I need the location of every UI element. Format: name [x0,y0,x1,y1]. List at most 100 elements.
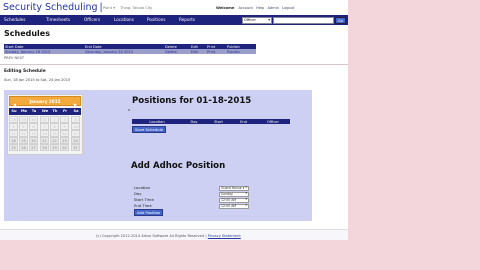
weekday-label: We [41,109,49,113]
day-label: Day [134,191,142,196]
calendar-day-cell[interactable]: 14 [40,130,49,137]
weekday-label: Fr [63,109,67,113]
location-select[interactable]: Guard House ▾ [219,185,249,191]
copyright-text: (c) Copyright 2012-2014 Arbor Software A… [96,234,207,238]
calendar-day-cell[interactable]: 16 [60,130,69,137]
account-link[interactable]: Account [238,6,253,10]
calendar-day-cell[interactable]: 29 [19,116,28,123]
publish-link[interactable]: Publish [226,49,256,54]
calendar-day-cell[interactable]: 17 [71,130,80,137]
calendar-day-cell[interactable]: 23 [60,137,69,144]
admin-link[interactable]: Admin [267,6,278,10]
nav-positions[interactable]: Positions [147,17,166,22]
page: Security Scheduling | Plant ▾ Thing: Tabu… [0,0,348,240]
col-day: Day [182,119,206,124]
table-row: Sunday, January 18 2015 Saturday, Januar… [4,49,256,54]
calendar-day-cell[interactable]: 21 [40,137,49,144]
add-position-button[interactable]: Add Position [134,209,164,216]
search-go-button[interactable]: Go [335,16,346,24]
calendar-day-cell[interactable]: 19 [19,137,28,144]
context-plant[interactable]: Plant ▾ [103,6,115,10]
divider [0,64,348,65]
calendar-month: January 2015 [29,99,61,104]
calendar-day-cell[interactable]: 3 [71,116,80,123]
nav-schedules[interactable]: Schedules [4,17,25,22]
weekday-label: Th [52,109,58,113]
calendar-day-cell[interactable]: 18 [9,137,18,144]
calendar-day-cell[interactable]: 7 [40,123,49,130]
nav-locations[interactable]: Locations [114,17,134,22]
weekday-label: Mo [20,109,28,113]
col-location: Location [132,119,182,124]
save-schedule-button[interactable]: Save Schedule [132,126,166,133]
col-start: Start [206,119,231,124]
calendar-header: ◀ January 2015 ▶ [9,96,81,107]
calendar-day-cell[interactable]: 9 [60,123,69,130]
schedules-table: Start Date End Date Delete Edit Print Pu… [4,44,256,54]
privacy-link[interactable]: Privacy Statement [208,234,241,238]
positions-title: Positions for 01-18-2015 [132,96,252,106]
calendar-day-cell[interactable]: 27 [29,144,38,151]
day-select[interactable]: Sunday [219,191,249,197]
app-title[interactable]: Security Scheduling | [3,2,103,13]
calendar-day-cell[interactable]: 10 [71,123,80,130]
location-label: Location [134,185,151,190]
col-officer: Officer [256,119,290,124]
calendar-day-cell[interactable]: 11 [9,130,18,137]
calendar-day-cell[interactable]: 24 [71,137,80,144]
calendar-day-cell[interactable]: 30 [29,116,38,123]
start-time-select[interactable]: 12:00 AM [219,197,249,203]
delete-link[interactable]: Delete [164,49,190,54]
search-type-select[interactable]: Officer [242,16,272,24]
print-link[interactable]: Print [206,49,226,54]
app-title-text[interactable]: Security Scheduling [3,2,98,13]
search-input[interactable] [273,16,334,24]
nav-reports[interactable]: Reports [179,17,195,22]
calendar-day-cell[interactable]: 20 [29,137,38,144]
footer: (c) Copyright 2012-2014 Arbor Software A… [0,229,348,240]
calendar-day-cell[interactable]: 5 [19,123,28,130]
calendar-day-cell[interactable]: 26 [19,144,28,151]
adhoc-title: Add Adhoc Position [131,161,226,171]
logout-link[interactable]: Logout [282,6,294,10]
calendar-day-cell[interactable]: 15 [50,130,59,137]
nav-officers[interactable]: Officers [84,17,100,22]
positions-header-row: Location Day Start End Officer [132,119,290,124]
calendar-day-cell[interactable]: 4 [9,123,18,130]
calendar-day-cell[interactable]: 29 [50,144,59,151]
calendar-day-cell[interactable]: 31 [71,144,80,151]
calendar-weekdays: Su Mo Tu We Th Fr Sa [9,108,81,115]
start-time-label: Start Time [134,197,154,202]
calendar-day-cell[interactable]: 1 [50,116,59,123]
footer-text: (c) Copyright 2012-2014 Arbor Software A… [96,234,241,238]
col-end: End [231,119,256,124]
calendar-day-cell[interactable]: 28 [9,116,18,123]
calendar-day-cell[interactable]: 30 [60,144,69,151]
end-time-label: End Time [134,203,152,208]
end-time-select[interactable]: 12:00 AM [219,203,249,209]
calendar-day-cell[interactable]: 13 [29,130,38,137]
cell-start-date: Sunday, January 18 2015 [4,49,84,54]
calendar-day-cell[interactable]: 22 [50,137,59,144]
calendar-day-cell[interactable]: 8 [50,123,59,130]
edit-section-title: Editing Schedule [4,69,46,74]
weekday-label: Su [11,109,17,113]
pagination-prev-next[interactable]: PREV NEXT [4,56,24,60]
page-title: Schedules [4,29,50,38]
close-icon[interactable]: x [128,107,130,112]
nav-timesheets[interactable]: Timesheets [46,17,70,22]
calendar-day-cell[interactable]: 28 [40,144,49,151]
weekday-label: Tu [31,109,37,113]
calendar-day-cell[interactable]: 31 [40,116,49,123]
date-picker: ◀ January 2015 ▶ Su Mo Tu We Th Fr Sa 28… [7,94,83,155]
edit-link[interactable]: Edit [190,49,206,54]
weekday-label: Sa [73,109,79,113]
calendar-day-cell[interactable]: 12 [19,130,28,137]
calendar-day-cell[interactable]: 2 [60,116,69,123]
context-thing: Thing: Tabula City [120,6,153,10]
calendar-day-cell[interactable]: 6 [29,123,38,130]
calendar-day-cell[interactable]: 25 [9,144,18,151]
help-link[interactable]: Help [256,6,264,10]
top-nav: Welcome Account Help Admin Logout [216,6,296,10]
welcome-text: Welcome [216,6,235,10]
